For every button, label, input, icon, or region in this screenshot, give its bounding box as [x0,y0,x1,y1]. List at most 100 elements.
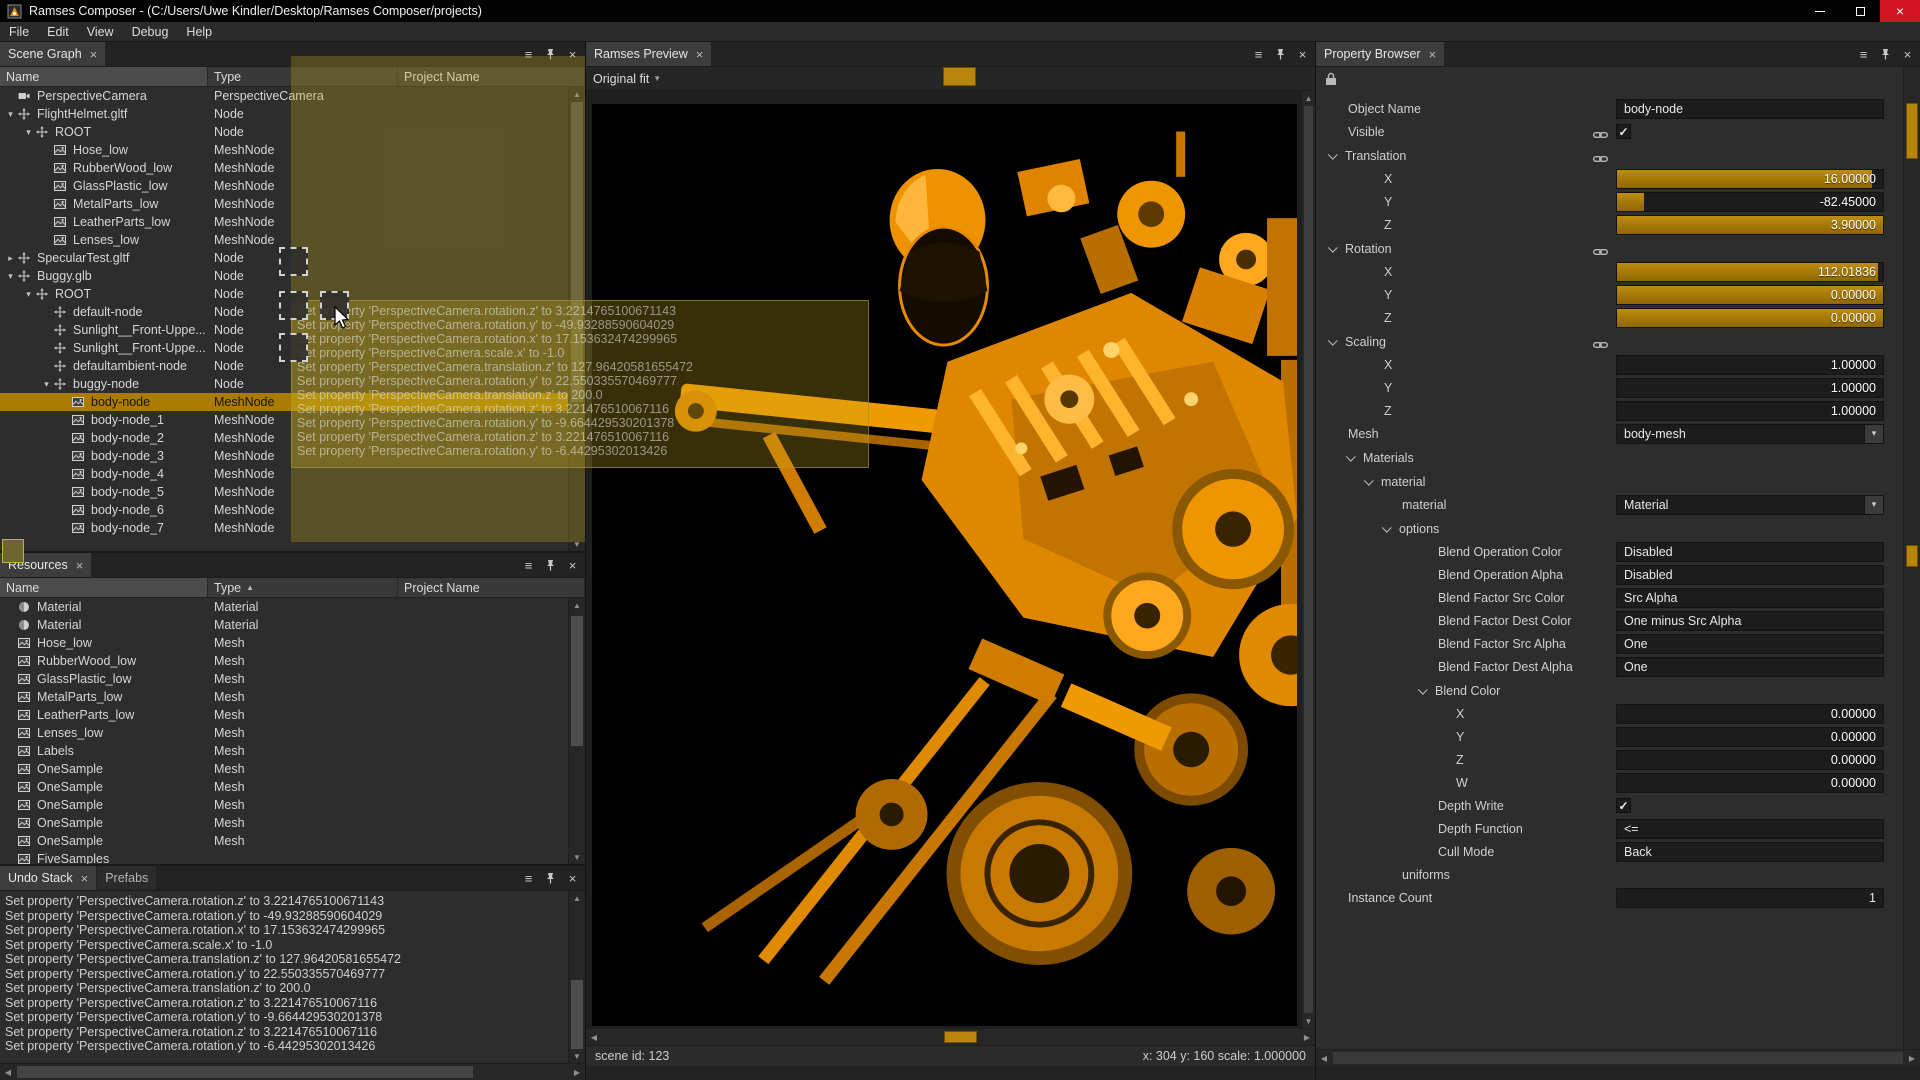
chevron-down-icon[interactable]: ▾ [1864,496,1883,514]
pin-icon[interactable] [541,869,560,888]
scroll-left-icon[interactable]: ◀ [0,1064,16,1080]
resource-row-onesample[interactable]: OneSampleMesh [0,778,585,796]
tab-close-icon[interactable]: × [1429,48,1437,61]
menu-debug[interactable]: Debug [123,22,178,41]
scene-row-body-node-5[interactable]: body-node_5MeshNode [0,483,585,501]
scene-row-body-node-1[interactable]: body-node_1MeshNode [0,411,585,429]
resource-row-onesample[interactable]: OneSampleMesh [0,814,585,832]
tab-scene-graph[interactable]: Scene Graph × [0,42,105,66]
expander-open-icon[interactable]: ▾ [22,289,35,300]
expander-open-icon[interactable]: ▾ [40,379,53,390]
scene-row-hose-low[interactable]: Hose_lowMeshNode [0,141,585,159]
prop-slider[interactable]: 1.00000 [1616,355,1884,375]
collapse-icon[interactable] [1328,243,1338,253]
tab-prefabs[interactable]: Prefabs [97,866,156,890]
resource-row-glassplastic-low[interactable]: GlassPlastic_lowMesh [0,670,585,688]
panel-close-icon[interactable]: × [563,45,582,64]
undo-entry[interactable]: Set property 'PerspectiveCamera.translat… [5,952,585,967]
panel-menu-icon[interactable]: ≡ [519,556,538,575]
scene-row-leatherparts-low[interactable]: LeatherParts_lowMeshNode [0,213,585,231]
undo-entry[interactable]: Set property 'PerspectiveCamera.rotation… [5,1025,585,1040]
prop-value-field[interactable]: One minus Src Alpha [1616,611,1884,631]
preview-vscrollbar[interactable]: ▲ ▼ [1301,91,1315,1028]
panel-close-icon[interactable]: × [1293,45,1312,64]
scene-row-rubberwood-low[interactable]: RubberWood_lowMeshNode [0,159,585,177]
panel-close-icon[interactable]: × [563,869,582,888]
scroll-down-icon[interactable]: ▼ [569,850,585,864]
scroll-thumb[interactable] [571,102,583,402]
scroll-thumb[interactable] [1304,106,1313,1013]
prop-slider[interactable]: 0.00000 [1616,727,1884,747]
scroll-right-icon[interactable]: ▶ [1299,1029,1315,1045]
resource-row-hose-low[interactable]: Hose_lowMesh [0,634,585,652]
prop-dropdown[interactable]: body-mesh▾ [1616,424,1884,444]
menu-view[interactable]: View [78,22,123,41]
prop-slider[interactable]: 0.00000 [1616,308,1884,328]
scroll-down-icon[interactable]: ▼ [1302,1014,1315,1028]
prop-slider[interactable]: 0.00000 [1616,750,1884,770]
panel-menu-icon[interactable]: ≡ [1854,45,1873,64]
panel-close-icon[interactable]: × [563,556,582,575]
collapse-icon[interactable] [1364,476,1374,486]
preview-hscrollbar[interactable]: ◀ ▶ [586,1028,1315,1045]
scene-row-glassplastic-low[interactable]: GlassPlastic_lowMeshNode [0,177,585,195]
resource-row-onesample[interactable]: OneSampleMesh [0,796,585,814]
close-button[interactable]: × [1880,0,1920,22]
resource-row-fivesamples[interactable]: FiveSamples [0,850,585,864]
chevron-down-icon[interactable]: ▾ [1864,425,1883,443]
prop-slider[interactable]: 3.90000 [1616,215,1884,235]
resource-row-onesample[interactable]: OneSampleMesh [0,832,585,850]
expander-closed-icon[interactable]: ▸ [4,253,17,264]
fit-mode-select[interactable]: Original fit [593,72,649,86]
prop-dropdown[interactable]: Material▾ [1616,495,1884,515]
undo-entry[interactable]: Set property 'PerspectiveCamera.rotation… [5,894,585,909]
tab-ramses-preview[interactable]: Ramses Preview × [586,42,711,66]
minimize-button[interactable] [1800,0,1840,22]
property-hscrollbar[interactable]: ◀ ▶ [1316,1049,1920,1066]
pin-icon[interactable] [541,45,560,64]
scene-graph-vscrollbar[interactable]: ▲ ▼ [568,87,585,551]
property-vscrollbar[interactable] [1903,67,1920,1049]
tab-close-icon[interactable]: × [90,48,98,61]
undo-entry[interactable]: Set property 'PerspectiveCamera.rotation… [5,1010,585,1025]
resources-vscrollbar[interactable]: ▲ ▼ [568,598,585,864]
scroll-down-icon[interactable]: ▼ [569,1049,585,1063]
dock-indicator-bottom[interactable] [279,333,308,362]
expander-open-icon[interactable]: ▾ [4,109,17,120]
resource-row-material[interactable]: MaterialMaterial [0,598,585,616]
checkbox[interactable]: ✓ [1616,124,1631,139]
column-header-name[interactable]: Name [0,578,208,597]
scene-row-perspectivecamera[interactable]: PerspectiveCameraPerspectiveCamera [0,87,585,105]
maximize-button[interactable] [1840,0,1880,22]
tab-property-browser[interactable]: Property Browser × [1316,42,1444,66]
prop-value-field[interactable]: One [1616,657,1884,677]
prop-slider[interactable]: 0.00000 [1616,285,1884,305]
lock-icon[interactable] [1325,72,1337,86]
scene-row-body-node-4[interactable]: body-node_4MeshNode [0,465,585,483]
undo-entry[interactable]: Set property 'PerspectiveCamera.rotation… [5,967,585,982]
scroll-up-icon[interactable]: ▲ [569,891,585,905]
dock-indicator-top[interactable] [279,247,308,276]
resource-row-labels[interactable]: LabelsMesh [0,742,585,760]
pin-icon[interactable] [1876,45,1895,64]
undo-hscrollbar[interactable]: ◀ ▶ [0,1063,585,1080]
undo-entry[interactable]: Set property 'PerspectiveCamera.rotation… [5,996,585,1011]
scroll-left-icon[interactable]: ◀ [586,1029,602,1045]
pin-icon[interactable] [1271,45,1290,64]
prop-value-field[interactable]: body-node [1616,99,1884,119]
scroll-thumb[interactable] [1906,103,1918,159]
scroll-thumb[interactable] [571,980,583,1049]
expander-open-icon[interactable]: ▾ [4,271,17,282]
checkbox[interactable]: ✓ [1616,798,1631,813]
column-header-project[interactable]: Project Name [398,578,585,597]
prop-value-field[interactable]: Back [1616,842,1884,862]
undo-entry[interactable]: Set property 'PerspectiveCamera.translat… [5,981,585,996]
scroll-right-icon[interactable]: ▶ [1904,1050,1920,1066]
pin-icon[interactable] [541,556,560,575]
scene-row-body-node-2[interactable]: body-node_2MeshNode [0,429,585,447]
panel-menu-icon[interactable]: ≡ [1249,45,1268,64]
menu-help[interactable]: Help [177,22,221,41]
column-header-name[interactable]: Name [0,67,208,86]
column-header-project[interactable]: Project Name [398,67,585,86]
undo-entry[interactable]: Set property 'PerspectiveCamera.scale.x'… [5,938,585,953]
